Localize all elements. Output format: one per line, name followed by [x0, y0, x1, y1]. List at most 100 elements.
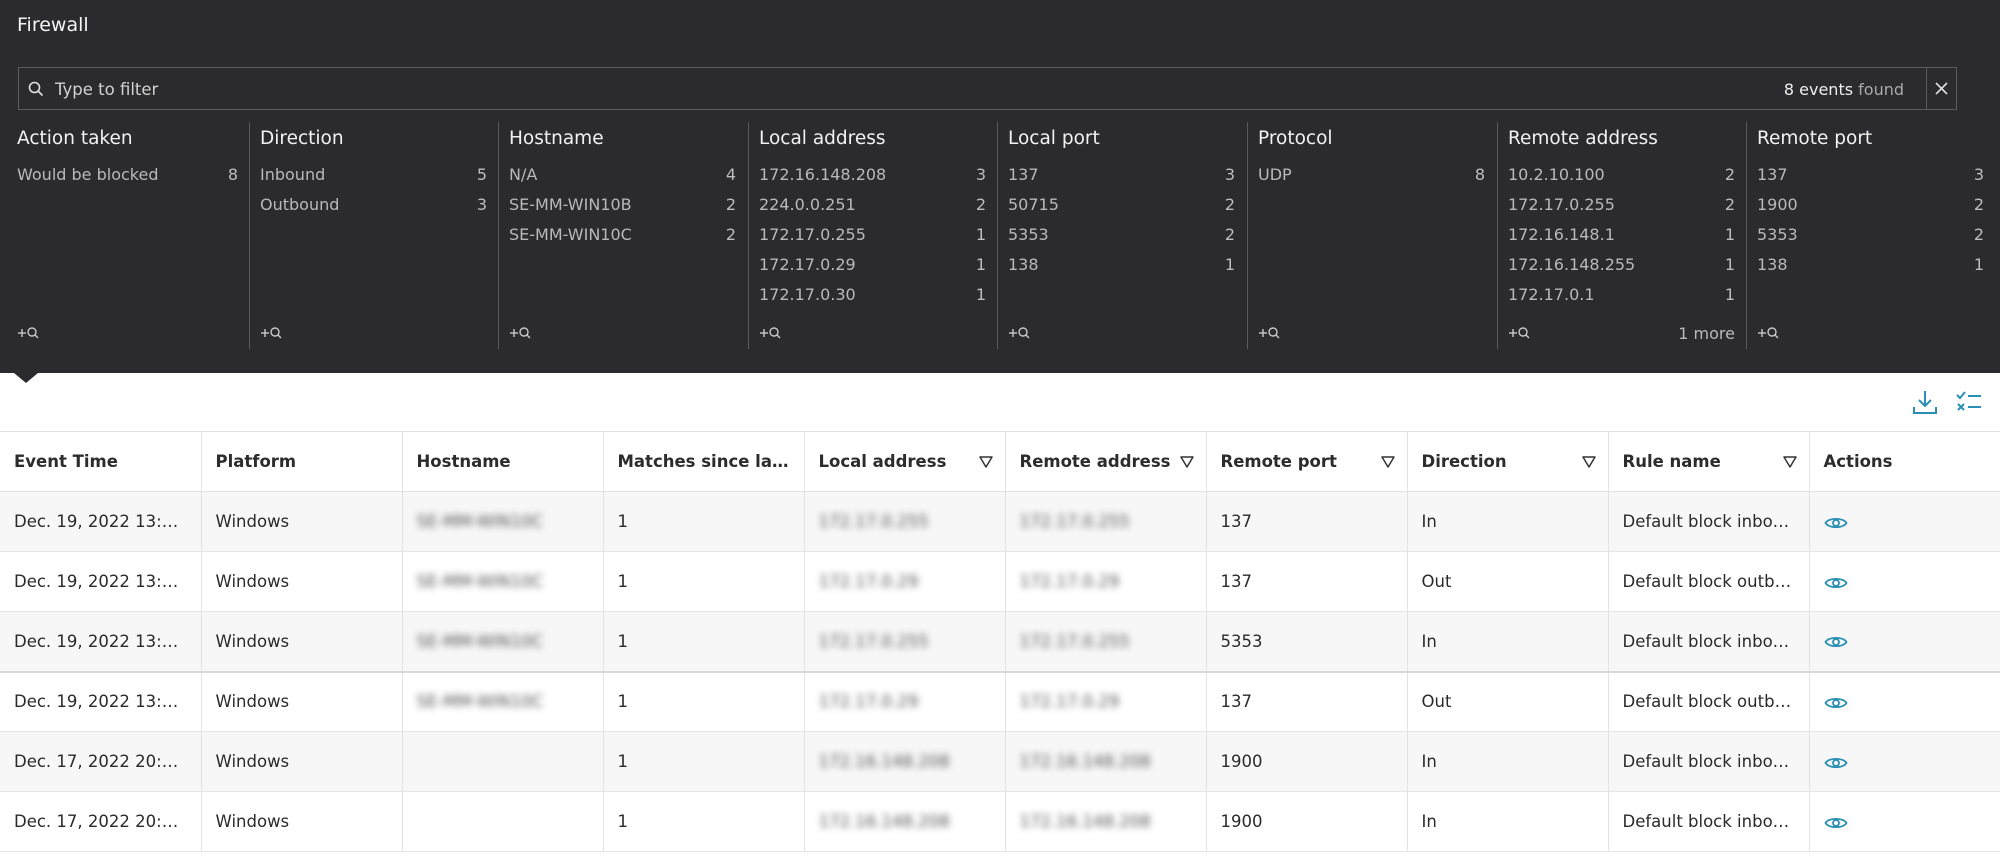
- facet-value[interactable]: UDP 8: [1258, 160, 1485, 190]
- column-header[interactable]: Rule name: [1608, 431, 1810, 492]
- add-filter-button[interactable]: [1258, 325, 1284, 341]
- facet-value[interactable]: 172.17.0.30 1: [759, 280, 986, 310]
- facet-local-address: Local address 172.16.148.208 3 224.0.0.2…: [748, 122, 997, 349]
- view-details-icon[interactable]: [1823, 575, 1848, 591]
- facet-value[interactable]: 172.17.0.29 1: [759, 250, 986, 280]
- add-filter-button[interactable]: [17, 325, 43, 341]
- facet-hostname: Hostname N/A 4 SE-MM-WIN10B 2 SE-MM-WIN1…: [498, 122, 747, 349]
- column-header[interactable]: Remote port: [1206, 431, 1408, 492]
- facet-value[interactable]: Would be blocked 8: [17, 160, 238, 190]
- panel-pointer: [14, 373, 38, 383]
- add-filter-button[interactable]: [260, 325, 286, 341]
- facet-value[interactable]: 138 1: [1008, 250, 1235, 280]
- column-settings-icon[interactable]: [1955, 388, 1983, 416]
- column-header[interactable]: Direction: [1407, 431, 1609, 492]
- filter-input[interactable]: [53, 68, 1507, 111]
- column-header[interactable]: Actions: [1809, 431, 2000, 492]
- column-header[interactable]: Event Time: [0, 431, 202, 492]
- clear-filter-button[interactable]: [1926, 68, 1956, 109]
- filter-funnel-icon[interactable]: [978, 456, 993, 468]
- facet-title: Direction: [260, 128, 344, 149]
- cell-direction-text: In: [1421, 631, 1437, 651]
- cell-rule: Default block outbo...: [1608, 671, 1810, 732]
- table-row[interactable]: Dec. 19, 2022 13:24:... Windows SE-MM-WIN1…: [0, 611, 2000, 673]
- facet-value-label: 138: [1757, 255, 1788, 274]
- cell-platform-text: Windows: [215, 752, 290, 771]
- column-header[interactable]: Platform: [201, 431, 403, 492]
- cell-remote-text: 172.17.0.255: [1019, 631, 1130, 651]
- facet-value[interactable]: SE-MM-WIN10C 2: [509, 220, 736, 250]
- column-header[interactable]: Local address: [804, 431, 1006, 492]
- filter-funnel-icon[interactable]: [1581, 456, 1596, 468]
- facet-value-count: 2: [725, 225, 736, 244]
- filter-funnel-icon[interactable]: [1179, 456, 1194, 468]
- cell-remote-text: 172.17.0.29: [1019, 692, 1120, 712]
- column-header-label: Remote address: [1019, 452, 1171, 471]
- facet-value[interactable]: 172.17.0.255 1: [759, 220, 986, 250]
- cell-actions: [1809, 731, 2000, 792]
- facet-value[interactable]: 172.16.148.1 1: [1508, 220, 1735, 250]
- facet-more-link[interactable]: 1 more: [1678, 324, 1735, 343]
- table-row[interactable]: Dec. 17, 2022 20:08:... Windows 1 172.16.14…: [0, 791, 2000, 852]
- cell-remote-text: 172.17.0.255: [1019, 512, 1130, 531]
- add-filter-button[interactable]: [1757, 325, 1783, 341]
- cell-platform: Windows: [201, 671, 403, 732]
- facet-value[interactable]: 5353 2: [1008, 220, 1235, 250]
- column-header[interactable]: Matches since last e...: [603, 431, 805, 492]
- facet-value[interactable]: 10.2.10.100 2: [1508, 160, 1735, 190]
- cell-matches: 1: [603, 611, 805, 673]
- facet-value[interactable]: Outbound 3: [260, 190, 487, 220]
- cell-time: Dec. 17, 2022 20:09:...: [0, 731, 202, 792]
- facet-value[interactable]: 172.17.0.255 2: [1508, 190, 1735, 220]
- add-search-icon: [1509, 327, 1530, 339]
- cell-matches-text: 1: [617, 812, 629, 831]
- cell-platform-text: Windows: [215, 572, 290, 591]
- facet-value[interactable]: SE-MM-WIN10B 2: [509, 190, 736, 220]
- facet-value[interactable]: 172.16.148.255 1: [1508, 250, 1735, 280]
- cell-platform-text: Windows: [215, 512, 290, 531]
- facet-value[interactable]: 137 3: [1008, 160, 1235, 190]
- cell-local-text: 172.17.0.29: [818, 692, 919, 712]
- cell-direction-text: In: [1421, 752, 1437, 771]
- add-filter-button[interactable]: [759, 325, 785, 341]
- view-details-icon[interactable]: [1823, 515, 1848, 531]
- facet-value-label: 5353: [1757, 225, 1798, 244]
- view-details-icon[interactable]: [1823, 815, 1848, 831]
- filter-funnel-icon[interactable]: [1380, 456, 1395, 468]
- add-filter-button[interactable]: [1008, 325, 1034, 341]
- facet-value[interactable]: 138 1: [1757, 250, 1984, 280]
- facet-value[interactable]: N/A 4: [509, 160, 736, 190]
- view-details-icon[interactable]: [1823, 695, 1848, 711]
- cell-local-text: 172.17.0.255: [818, 512, 929, 531]
- add-filter-button[interactable]: [509, 325, 535, 341]
- table-row[interactable]: Dec. 19, 2022 13:24:... Windows SE-MM-WIN1…: [0, 491, 2000, 552]
- facet-value[interactable]: Inbound 5: [260, 160, 487, 190]
- facet-value[interactable]: 1900 2: [1757, 190, 1984, 220]
- table-row[interactable]: Dec. 19, 2022 13:24:... Windows SE-MM-WIN1…: [0, 551, 2000, 612]
- facet-value[interactable]: 5353 2: [1757, 220, 1984, 250]
- cell-platform: Windows: [201, 491, 403, 552]
- facet-value-count: 4: [725, 165, 736, 184]
- cell-hostname: SE-MM-WIN10C: [402, 491, 604, 552]
- facet-direction: Direction Inbound 5 Outbound 3: [249, 122, 498, 349]
- close-icon: [1935, 82, 1948, 95]
- facet-value-count: 8: [1474, 165, 1485, 184]
- facet-value[interactable]: 50715 2: [1008, 190, 1235, 220]
- facet-value[interactable]: 172.16.148.208 3: [759, 160, 986, 190]
- add-filter-button[interactable]: [1508, 325, 1534, 341]
- view-details-icon[interactable]: [1823, 755, 1848, 771]
- column-header[interactable]: Hostname: [402, 431, 604, 492]
- table-row[interactable]: Dec. 19, 2022 13:24:... Windows SE-MM-WIN1…: [0, 671, 2000, 732]
- table-row[interactable]: Dec. 17, 2022 20:09:... Windows 1 172.16.14…: [0, 731, 2000, 792]
- download-icon[interactable]: [1911, 388, 1939, 416]
- facet-value[interactable]: 224.0.0.251 2: [759, 190, 986, 220]
- column-header[interactable]: Remote address: [1005, 431, 1207, 492]
- cell-rule-text: Default block inbou...: [1622, 631, 1799, 651]
- view-details-icon[interactable]: [1823, 634, 1848, 650]
- facet-value-count: 1: [975, 225, 986, 244]
- filter-funnel-icon[interactable]: [1782, 456, 1797, 468]
- facet-value[interactable]: 137 3: [1757, 160, 1984, 190]
- facet-value-count: 3: [476, 195, 487, 214]
- cell-time: Dec. 17, 2022 20:08:...: [0, 791, 202, 852]
- facet-value[interactable]: 172.17.0.1 1: [1508, 280, 1735, 310]
